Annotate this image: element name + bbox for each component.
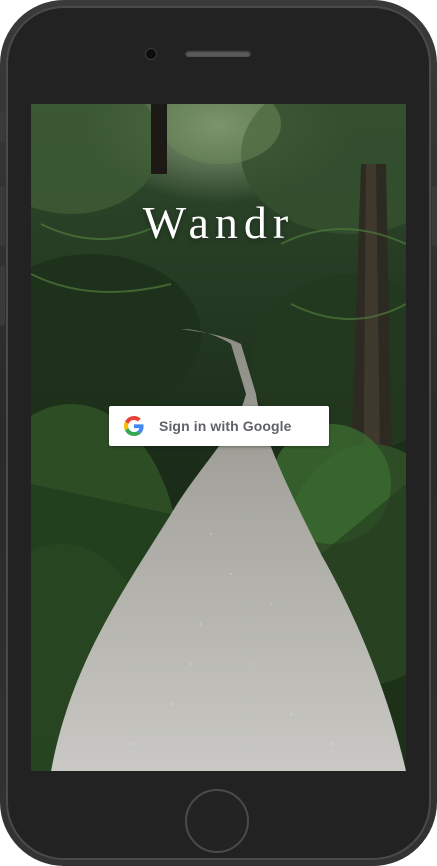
home-button[interactable]: [185, 789, 249, 853]
google-sign-in-label: Sign in with Google: [159, 418, 292, 434]
side-button-mute: [0, 112, 5, 142]
app-screen: Wandr Sign in with Google: [31, 104, 406, 771]
side-button-volume-up: [0, 186, 5, 246]
phone-frame: Wandr Sign in with Google: [0, 0, 437, 866]
earpiece-speaker: [185, 50, 251, 57]
side-button-volume-down: [0, 266, 5, 326]
front-camera: [145, 48, 157, 60]
google-g-icon: [124, 416, 144, 436]
side-button-power: [432, 186, 437, 246]
google-sign-in-button[interactable]: Sign in with Google: [109, 406, 329, 446]
app-title: Wandr: [142, 197, 295, 248]
